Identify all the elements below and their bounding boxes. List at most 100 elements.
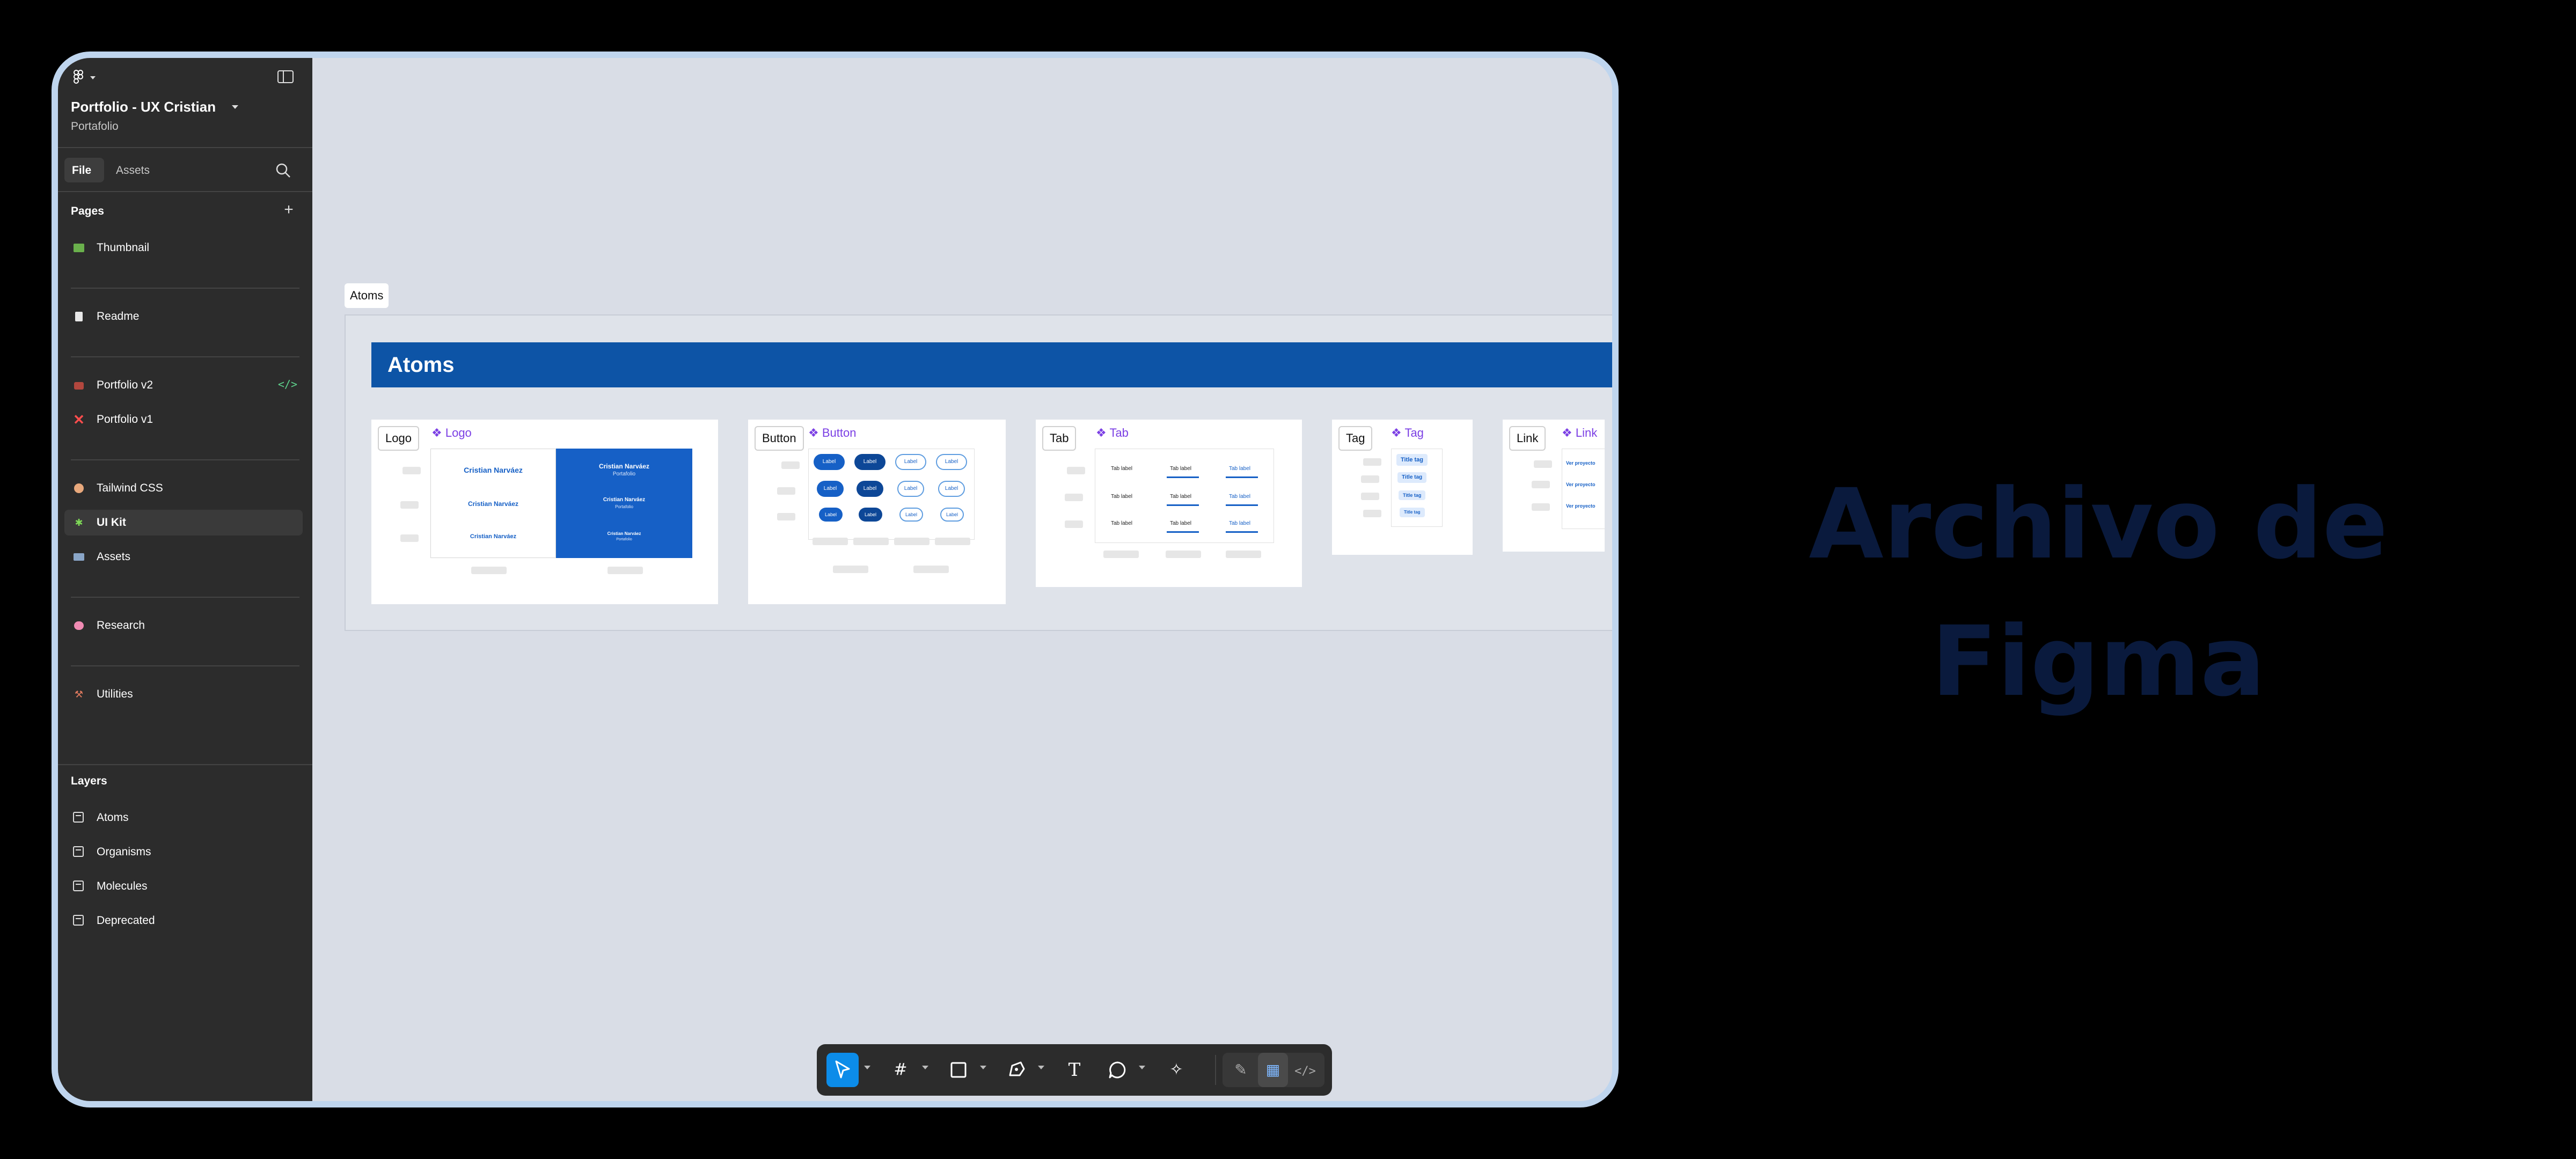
file-name[interactable]: Portfolio - UX Cristian [71, 99, 216, 115]
tab-assets[interactable]: Assets [109, 158, 163, 182]
section-header[interactable]: Atoms [371, 342, 1612, 387]
variant-label [777, 487, 795, 495]
page-item-portfolio-v2[interactable]: Portfolio v2 </> [64, 372, 303, 398]
file-menu-chevron-icon[interactable] [232, 105, 238, 109]
cursor-icon [835, 1060, 850, 1079]
page-item-utilities[interactable]: ⚒ Utilities [64, 681, 303, 707]
frame-icon: # [894, 1060, 908, 1079]
variant-label [1103, 551, 1139, 558]
tools-icon: ⚒ [74, 689, 84, 700]
page-item-tailwind-css[interactable]: Tailwind CSS [64, 475, 303, 501]
tab-label: Tab label [1229, 494, 1251, 500]
tag-pill: Title tag [1399, 490, 1426, 500]
text-tool-button[interactable]: T [1058, 1053, 1091, 1087]
link-text: Ver proyecto [1566, 482, 1596, 487]
component-card-link[interactable]: Link ❖ Link Ver proyecto Ver proyecto Ve… [1503, 420, 1605, 552]
section-label[interactable]: Atoms [345, 283, 389, 308]
variant-label [813, 538, 848, 545]
variant-label [400, 501, 419, 509]
component-card-logo[interactable]: Logo ❖ Logo Cristian Narváez Cristian Na… [371, 420, 718, 604]
tab-label: Tab label [1111, 466, 1133, 472]
draw-mode-button[interactable]: ✎ [1226, 1053, 1256, 1087]
design-mode-button[interactable]: ▦ [1258, 1053, 1288, 1087]
chevron-down-icon[interactable] [980, 1066, 986, 1069]
logo-dark-3-sub: Portafolio [616, 538, 632, 541]
comment-tool-button[interactable] [1101, 1053, 1133, 1087]
divider [71, 665, 299, 666]
chevron-down-icon[interactable] [922, 1066, 928, 1069]
logo-dark-1-sub: Portafolio [612, 471, 636, 477]
move-tool-button[interactable] [826, 1053, 859, 1087]
layer-label: Molecules [97, 880, 148, 892]
logo-light-2: Cristian Narváez [467, 500, 519, 508]
component-icon: ❖ [1096, 426, 1110, 439]
sidebar-toggle-icon [277, 70, 294, 83]
draw-icon: ✎ [1234, 1061, 1247, 1078]
search-icon [276, 163, 290, 178]
chevron-down-icon[interactable] [1139, 1066, 1145, 1069]
component-card-tab[interactable]: Tab ❖ Tab Tab label Tab label Tab label … [1036, 420, 1302, 587]
puzzle-icon: ✱ [75, 517, 83, 528]
layer-item-atoms[interactable]: Atoms [64, 805, 303, 831]
variant-label [402, 467, 421, 474]
rectangle-icon [950, 1062, 967, 1078]
button-outline-hover: Label [936, 454, 967, 470]
page-label: UI Kit [97, 516, 126, 529]
toggle-sidebar-button[interactable] [277, 70, 294, 85]
pen-tool-button[interactable] [1000, 1053, 1033, 1087]
tab-underline [1226, 504, 1258, 506]
page-item-ui-kit[interactable]: ✱ UI Kit [64, 510, 303, 536]
divider [58, 191, 312, 192]
component-title: ❖ Tab [1096, 426, 1129, 439]
briefcase-icon [73, 379, 85, 391]
page-item-assets[interactable]: Assets [64, 544, 303, 570]
layer-item-deprecated[interactable]: Deprecated [64, 908, 303, 934]
layer-label: Deprecated [97, 914, 155, 927]
add-page-button[interactable]: + [281, 202, 296, 218]
divider [71, 597, 299, 598]
page-label: Thumbnail [97, 241, 150, 254]
layer-label: Organisms [97, 846, 151, 858]
tab-label: Tab label [1170, 520, 1192, 526]
dev-status-code-icon[interactable]: </> [278, 378, 297, 391]
page-item-research[interactable]: Research [64, 613, 303, 639]
actions-tool-button[interactable]: ✧ [1160, 1053, 1192, 1087]
dev-mode-button[interactable]: </> [1290, 1053, 1320, 1087]
component-title: ❖ Button [808, 426, 857, 439]
layer-item-organisms[interactable]: Organisms [64, 839, 303, 865]
pages-heading: Pages [71, 205, 104, 217]
shape-tool-button[interactable] [942, 1053, 975, 1087]
button-primary-hover: Label [859, 508, 882, 522]
chevron-down-icon[interactable] [1038, 1066, 1044, 1069]
design-canvas[interactable]: Atoms Atoms Logo ❖ Logo Cristian Narváez… [312, 58, 1612, 1101]
variant-label [833, 566, 868, 573]
search-button[interactable] [274, 161, 292, 179]
project-name[interactable]: Portafolio [71, 120, 119, 133]
button-outline: Label [897, 481, 924, 497]
figma-menu-button[interactable] [70, 69, 102, 88]
button-outline: Label [899, 508, 923, 522]
component-card-button[interactable]: Button ❖ Button Label Label Label Label … [748, 420, 1006, 604]
button-outline: Label [895, 454, 926, 470]
tab-file[interactable]: File [64, 158, 104, 182]
variant-label [1065, 494, 1083, 501]
chevron-down-icon[interactable] [864, 1066, 870, 1069]
variant-label [400, 534, 419, 542]
page-item-portfolio-v1[interactable]: ✕ Portfolio v1 [64, 407, 303, 432]
chevron-down-icon [90, 76, 96, 79]
frame-tool-button[interactable]: # [884, 1053, 917, 1087]
section-icon [73, 915, 84, 926]
page-label: Assets [97, 551, 131, 563]
page-label: Readme [97, 310, 140, 322]
page-item-readme[interactable]: Readme [64, 304, 303, 329]
variant-label [935, 538, 970, 545]
divider [58, 147, 312, 148]
document-icon [73, 311, 85, 322]
brain-icon [73, 620, 85, 632]
logo-dark-1: Cristian Narváez [598, 463, 650, 470]
cross-icon: ✕ [73, 412, 85, 428]
component-title: ❖ Link [1562, 426, 1598, 439]
page-item-thumbnail[interactable]: Thumbnail [64, 235, 303, 261]
component-card-tag[interactable]: Tag ❖ Tag Title tag Title tag Title tag … [1332, 420, 1473, 555]
layer-item-molecules[interactable]: Molecules [64, 874, 303, 899]
